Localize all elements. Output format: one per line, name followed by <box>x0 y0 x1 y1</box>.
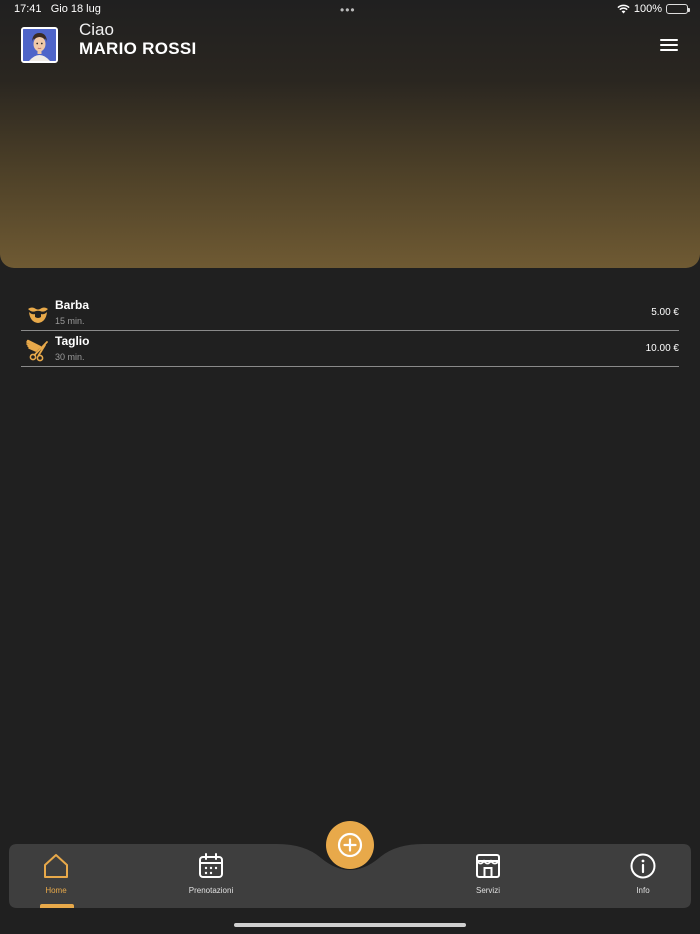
info-icon <box>630 853 656 879</box>
nav-item-prenotazioni[interactable]: Prenotazioni <box>166 852 256 904</box>
service-row-taglio[interactable]: Taglio 30 min. 10.00 € <box>21 331 679 367</box>
multitasking-dots[interactable]: ••• <box>340 3 356 17</box>
plus-circle-icon <box>337 832 363 858</box>
shop-icon <box>476 854 500 878</box>
calendar-icon <box>199 853 223 878</box>
service-name: Barba <box>55 298 90 312</box>
status-bar: 17:41 Gio 18 lug ••• 100% <box>0 0 700 20</box>
nav-item-info[interactable]: Info <box>598 852 688 904</box>
service-price: 10.00 € <box>645 343 679 354</box>
wifi-icon <box>617 4 630 14</box>
user-name: MARIO ROSSI <box>79 39 197 58</box>
service-duration: 30 min. <box>55 352 85 362</box>
battery-icon <box>666 4 690 14</box>
nav-item-home[interactable]: Home <box>11 852 101 904</box>
service-name: Taglio <box>55 334 90 348</box>
beard-icon <box>28 307 48 323</box>
nav-item-servizi[interactable]: Servizi <box>443 852 533 904</box>
user-avatar[interactable] <box>21 27 58 63</box>
greeting-text: Ciao <box>79 20 114 39</box>
active-tab-indicator <box>40 904 74 908</box>
service-price: 5.00 € <box>651 307 679 318</box>
home-indicator[interactable] <box>234 923 466 927</box>
scissors-comb-icon <box>26 339 48 362</box>
nav-label: Home <box>45 886 67 895</box>
service-row-barba[interactable]: Barba 15 min. 5.00 € <box>21 295 679 331</box>
add-booking-button[interactable] <box>326 821 374 869</box>
home-icon <box>44 854 68 878</box>
nav-label: Info <box>636 886 650 895</box>
service-duration: 15 min. <box>55 316 85 326</box>
services-list: Barba 15 min. 5.00 € Taglio 30 min. 10.0… <box>21 295 679 367</box>
nav-label: Servizi <box>475 886 500 895</box>
app-screen: 17:41 Gio 18 lug ••• 100% Ciao MARIO ROS… <box>0 0 700 934</box>
status-time: 17:41 Gio 18 lug <box>14 3 101 15</box>
battery-percent: 100% <box>633 3 662 15</box>
hamburger-menu-icon[interactable] <box>656 36 682 56</box>
nav-label: Prenotazioni <box>188 886 234 895</box>
status-right: 100% <box>617 3 690 15</box>
avatar-portrait <box>23 29 56 61</box>
